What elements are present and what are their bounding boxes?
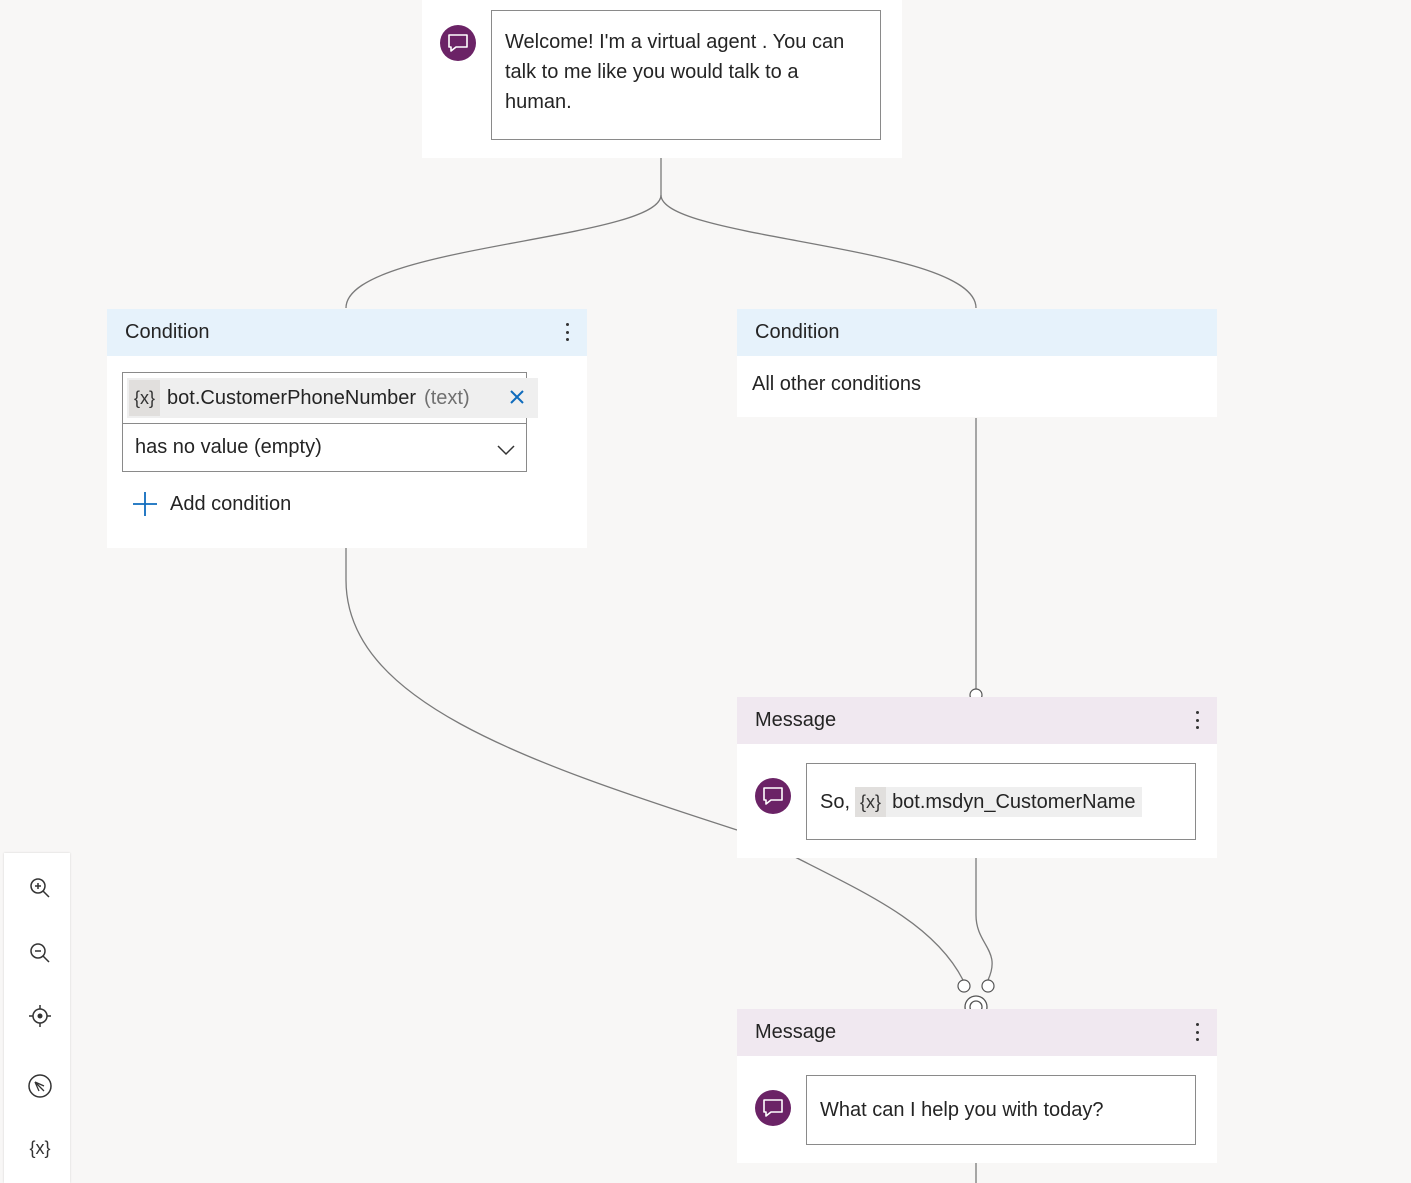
operator-value: has no value (empty)	[135, 436, 322, 458]
variables-icon[interactable]: {x}	[22, 1130, 58, 1166]
zoom-out-icon[interactable]	[22, 935, 58, 971]
condition-title: Condition	[125, 321, 210, 343]
message-header: Message	[737, 697, 1217, 744]
message-header: Message	[737, 1009, 1217, 1056]
message-node-1[interactable]: Message So, {x} bot.msdyn_CustomerName	[737, 697, 1217, 858]
variable-name: bot.CustomerPhoneNumber	[167, 386, 417, 409]
condition-header: Condition	[737, 309, 1217, 356]
condition-node-right[interactable]: Condition All other conditions	[737, 309, 1217, 417]
variable-type: (text)	[424, 386, 470, 409]
condition-title: Condition	[755, 321, 840, 343]
zoom-in-icon[interactable]	[22, 870, 58, 906]
remove-variable-icon[interactable]	[508, 388, 526, 406]
flow-connectors	[345, 158, 995, 1183]
add-condition-label: Add condition	[170, 492, 292, 515]
recenter-icon[interactable]	[22, 998, 58, 1034]
bot-chat-icon	[755, 778, 791, 814]
add-condition-button[interactable]: Add condition	[132, 487, 291, 521]
message-prefix: So,	[820, 790, 851, 813]
operator-dropdown[interactable]: has no value (empty)	[122, 423, 527, 472]
welcome-message-node[interactable]: Welcome! I'm a virtual agent . You can t…	[422, 0, 902, 158]
message-title: Message	[755, 1021, 837, 1043]
variable-badge: {x}	[129, 380, 161, 416]
condition-header: Condition	[107, 309, 587, 356]
condition-node-left[interactable]: Condition {x} bot.CustomerPhoneNumber (t…	[107, 309, 587, 548]
variable-name[interactable]: bot.msdyn_CustomerName	[886, 786, 1142, 817]
bot-chat-icon	[440, 25, 476, 61]
more-options-icon[interactable]	[1191, 1021, 1203, 1043]
more-options-icon[interactable]	[561, 321, 573, 343]
message-text-box[interactable]: So, {x} bot.msdyn_CustomerName	[806, 763, 1196, 840]
condition-variable-pill[interactable]: {x} bot.CustomerPhoneNumber (text)	[127, 378, 538, 418]
variables-label: {x}	[29, 1137, 51, 1158]
welcome-text: Welcome! I'm a virtual agent . You can t…	[505, 31, 845, 113]
message-title: Message	[755, 709, 837, 731]
variable-badge: {x}	[855, 786, 887, 817]
minimap-icon[interactable]	[22, 1068, 58, 1104]
message-node-2[interactable]: Message What can I help you with today?	[737, 1009, 1217, 1163]
canvas-toolbar: {x}	[4, 853, 70, 1183]
plus-icon	[132, 491, 158, 517]
more-options-icon[interactable]	[1191, 709, 1203, 731]
message-text-box[interactable]: What can I help you with today?	[806, 1075, 1196, 1145]
welcome-message-text[interactable]: Welcome! I'm a virtual agent . You can t…	[491, 10, 881, 140]
bot-chat-icon	[755, 1090, 791, 1126]
message-text: What can I help you with today?	[820, 1099, 1104, 1121]
chevron-down-icon	[496, 440, 516, 463]
all-other-conditions-label: All other conditions	[752, 373, 921, 395]
